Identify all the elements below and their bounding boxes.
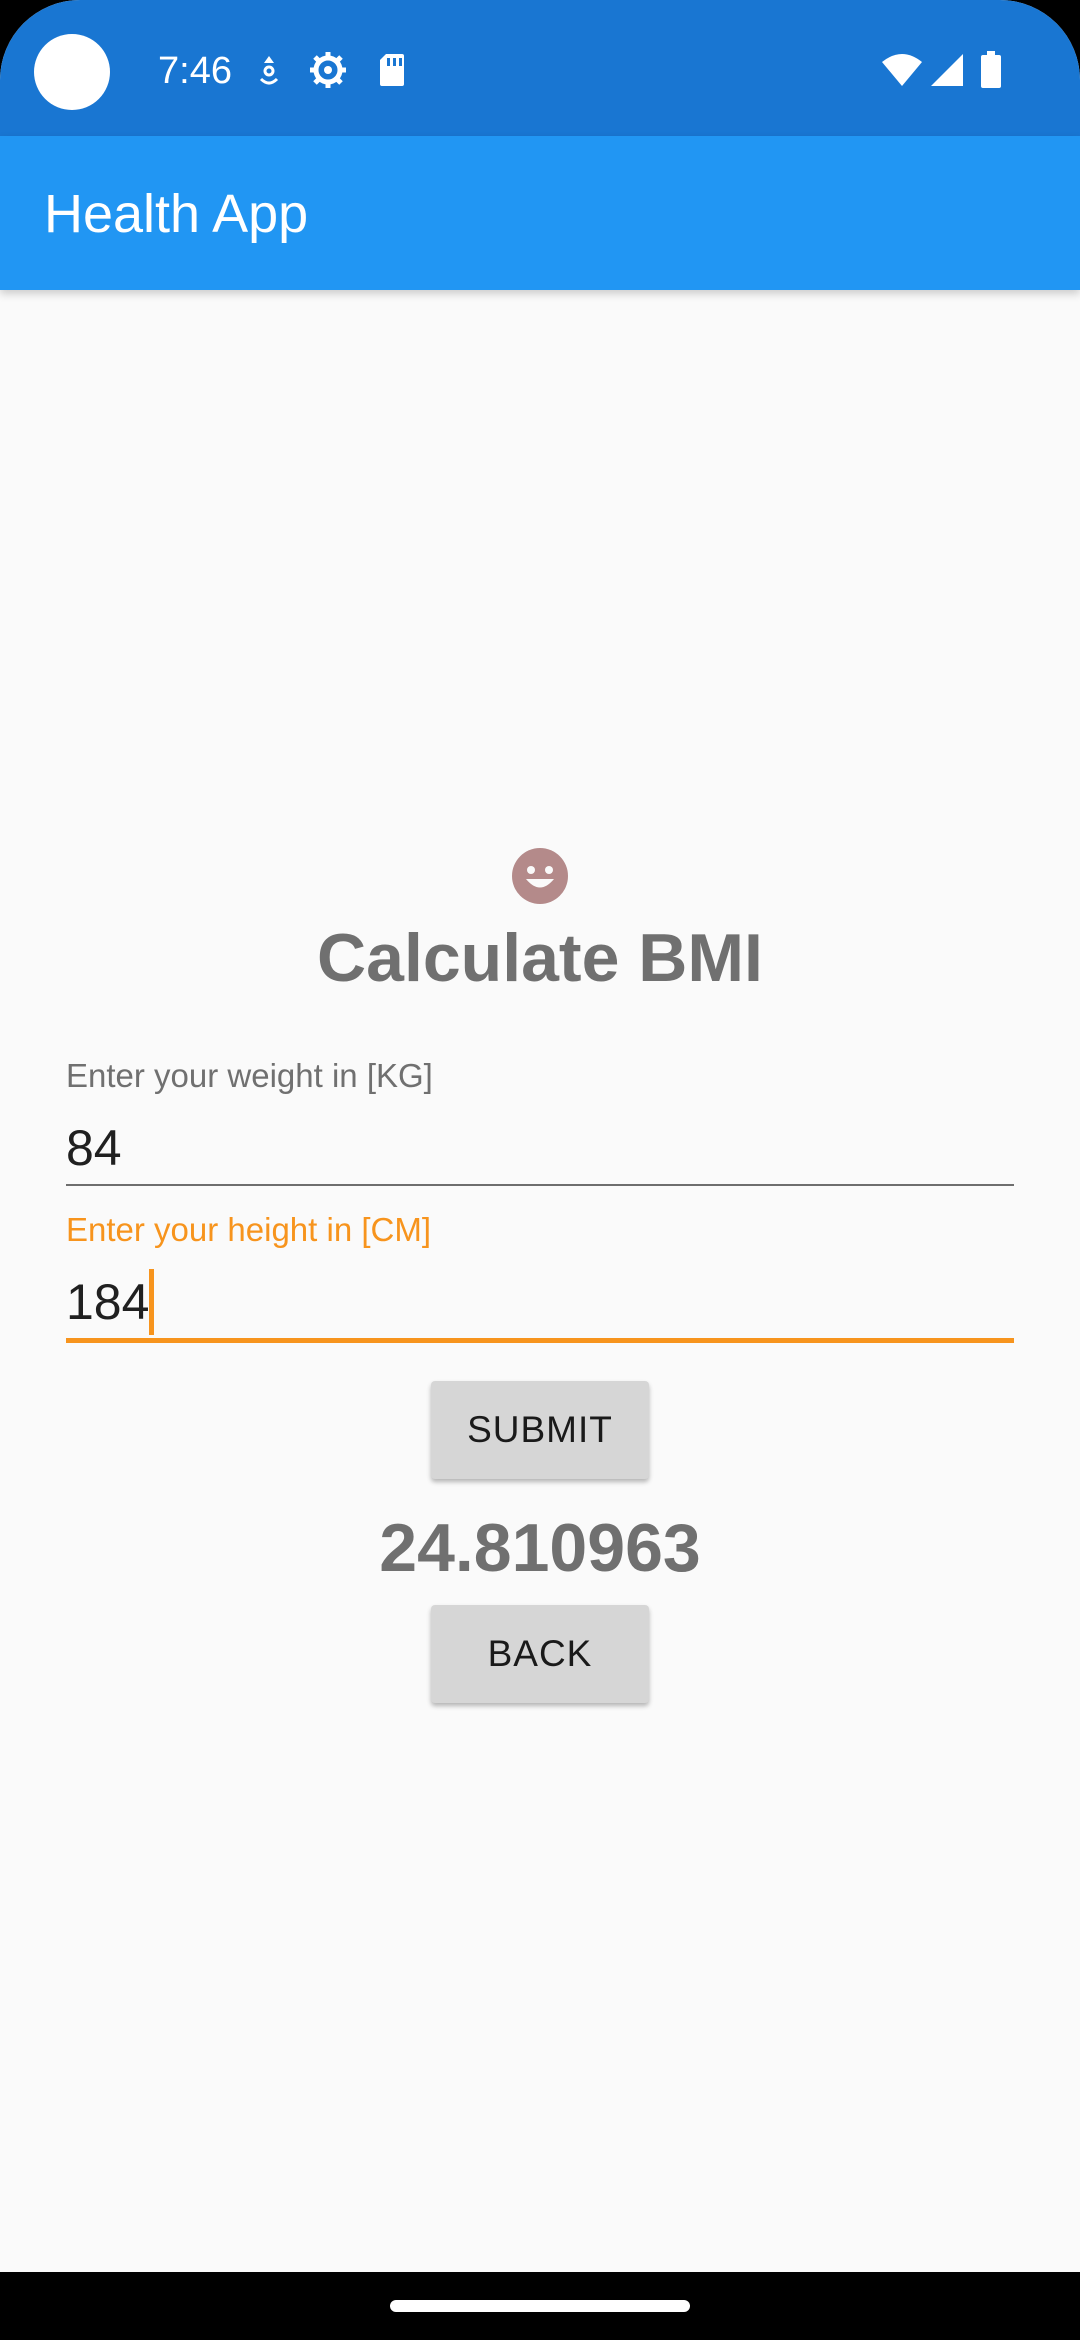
signal-icon (928, 48, 966, 92)
weight-input-underline (66, 1184, 1014, 1186)
app-bar: Health App (0, 136, 1080, 290)
weight-field-label: Enter your weight in [KG] (66, 1057, 433, 1094)
wifi-icon (880, 48, 924, 92)
notification-icon (254, 48, 284, 92)
sd-card-icon (376, 48, 408, 92)
home-handle[interactable] (390, 2300, 690, 2312)
camera-dot-icon (34, 34, 110, 110)
weight-input[interactable]: 84 (66, 1118, 122, 1178)
submit-button[interactable]: SUBMIT (431, 1381, 649, 1479)
settings-icon (306, 48, 350, 92)
page-title: Calculate BMI (317, 920, 763, 996)
battery-icon (978, 48, 1004, 92)
height-input-value: 184 (66, 1274, 150, 1330)
height-input-underline (66, 1338, 1014, 1343)
bmi-result: 24.810963 (379, 1510, 701, 1586)
smiley-icon (512, 848, 568, 904)
height-input[interactable]: 184 (66, 1268, 155, 1339)
back-button[interactable]: BACK (431, 1605, 649, 1703)
app-title: Health App (44, 184, 309, 244)
status-time: 7:46 (158, 50, 232, 92)
status-bar: 7:46 (0, 0, 1080, 136)
height-field-label: Enter your height in [CM] (66, 1211, 431, 1248)
text-cursor (149, 1268, 155, 1335)
screen: 7:46 Health App Calculate BMI Enter your… (0, 0, 1080, 2340)
